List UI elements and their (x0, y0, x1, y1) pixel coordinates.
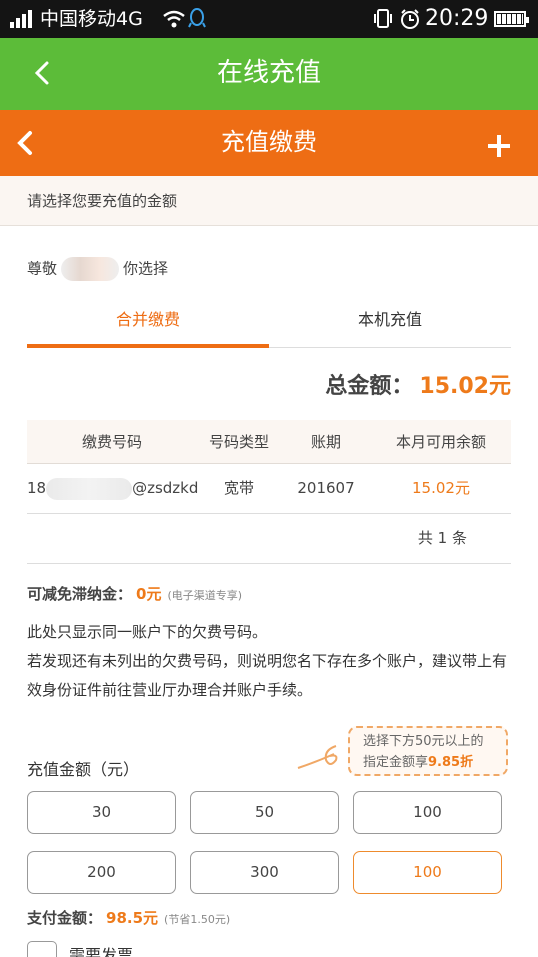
instruction-bar: 请选择您要充值的金额 (0, 176, 538, 226)
promo-line-2: 指定金额享9.85折 (363, 755, 474, 770)
amount-option-selected[interactable]: 100 (353, 851, 502, 894)
number-prefix: 18 (27, 479, 47, 497)
status-bar: 中国移动4G 20:29 (0, 0, 538, 38)
col-header-number: 缴费号码 (81, 433, 142, 451)
cell-type: 宽带 (223, 479, 254, 497)
promo-line-1: 选择下方50元以上的 (363, 734, 484, 749)
promo-tip: 选择下方50元以上的 指定金额享9.85折 (348, 726, 508, 776)
payment-amount: 支付金额： 98.5元 (节省1.50元) (27, 907, 230, 928)
page-header: 充值缴费 (0, 110, 538, 176)
tab-phone-recharge[interactable]: 本机充值 (269, 300, 511, 348)
amount-option[interactable]: 300 (190, 851, 339, 894)
note-line: 若发现还有未列出的欠费号码，则说明您名下存在多个账户，建议带上有效身份证件前往营… (27, 652, 508, 699)
app-title: 在线充值 (216, 58, 321, 88)
cell-number: 18 @zsdzkd (27, 464, 199, 512)
add-icon[interactable] (486, 133, 512, 159)
recharge-amount-label: 充值金额（元） (27, 760, 140, 779)
late-fee-note: (电子渠道专享) (167, 589, 243, 602)
col-header-balance: 本月可用余额 (395, 433, 486, 451)
late-fee-label: 可减免滞纳金： (27, 585, 133, 603)
total-value: 15.02元 (419, 374, 511, 399)
greeting-prefix: 尊敬 (27, 259, 58, 278)
late-fee: 可减免滞纳金： 0元 (电子渠道专享) (27, 583, 242, 604)
payment-note: (节省1.50元) (164, 913, 231, 926)
alarm-icon (401, 9, 419, 29)
masked-username (61, 257, 120, 281)
signal-icon (10, 10, 34, 28)
promo-arrow-icon (297, 745, 338, 769)
note-line: 此处只显示同一账户下的欠费号码。 (27, 623, 268, 641)
instruction-text: 请选择您要充值的金额 (27, 192, 178, 210)
total-amount: 总金额： 15.02元 (325, 368, 511, 400)
amount-option[interactable]: 30 (27, 791, 176, 834)
vibrate-icon (374, 9, 392, 28)
battery-icon (494, 11, 529, 27)
invoice-option[interactable]: 需要发票 (27, 941, 133, 957)
amount-option[interactable]: 100 (353, 791, 502, 834)
app-header: 在线充值 (0, 38, 538, 110)
table-header: 缴费号码 号码类型 账期 本月可用余额 (27, 420, 511, 464)
number-suffix: @zsdzkd (132, 479, 199, 497)
payment-label: 支付金额： (27, 909, 103, 927)
table-row: 18 @zsdzkd 宽带 201607 15.02元 (27, 464, 511, 514)
col-header-period: 账期 (310, 433, 341, 451)
invoice-checkbox[interactable] (27, 941, 57, 957)
cell-period: 201607 (297, 479, 355, 497)
carrier-label: 中国移动4G (40, 8, 143, 30)
wifi-icon (163, 10, 185, 28)
qq-icon (188, 8, 206, 28)
invoice-label: 需要发票 (69, 946, 134, 957)
tab-combined-payment[interactable]: 合并缴费 (27, 300, 269, 348)
late-fee-value: 0元 (136, 585, 162, 603)
cell-balance: 15.02元 (412, 479, 470, 497)
greeting: 尊敬 你选择 (27, 257, 168, 281)
notes: 此处只显示同一账户下的欠费号码。 若发现还有未列出的欠费号码，则说明您名下存在多… (27, 618, 513, 705)
amount-option[interactable]: 200 (27, 851, 176, 894)
greeting-suffix: 你选择 (123, 259, 169, 278)
table-footer: 共 1 条 (27, 514, 511, 564)
amount-option[interactable]: 50 (190, 791, 339, 834)
clock-time: 20:29 (425, 6, 489, 31)
tab-bar: 合并缴费 本机充值 (27, 300, 511, 348)
page-title: 充值缴费 (221, 128, 317, 156)
record-count: 共 1 条 (417, 529, 467, 547)
total-label: 总金额： (325, 374, 414, 399)
payment-value: 98.5元 (106, 909, 159, 927)
col-header-type: 号码类型 (208, 433, 269, 451)
promo-discount: 9.85折 (428, 755, 474, 770)
masked-number (46, 477, 133, 500)
